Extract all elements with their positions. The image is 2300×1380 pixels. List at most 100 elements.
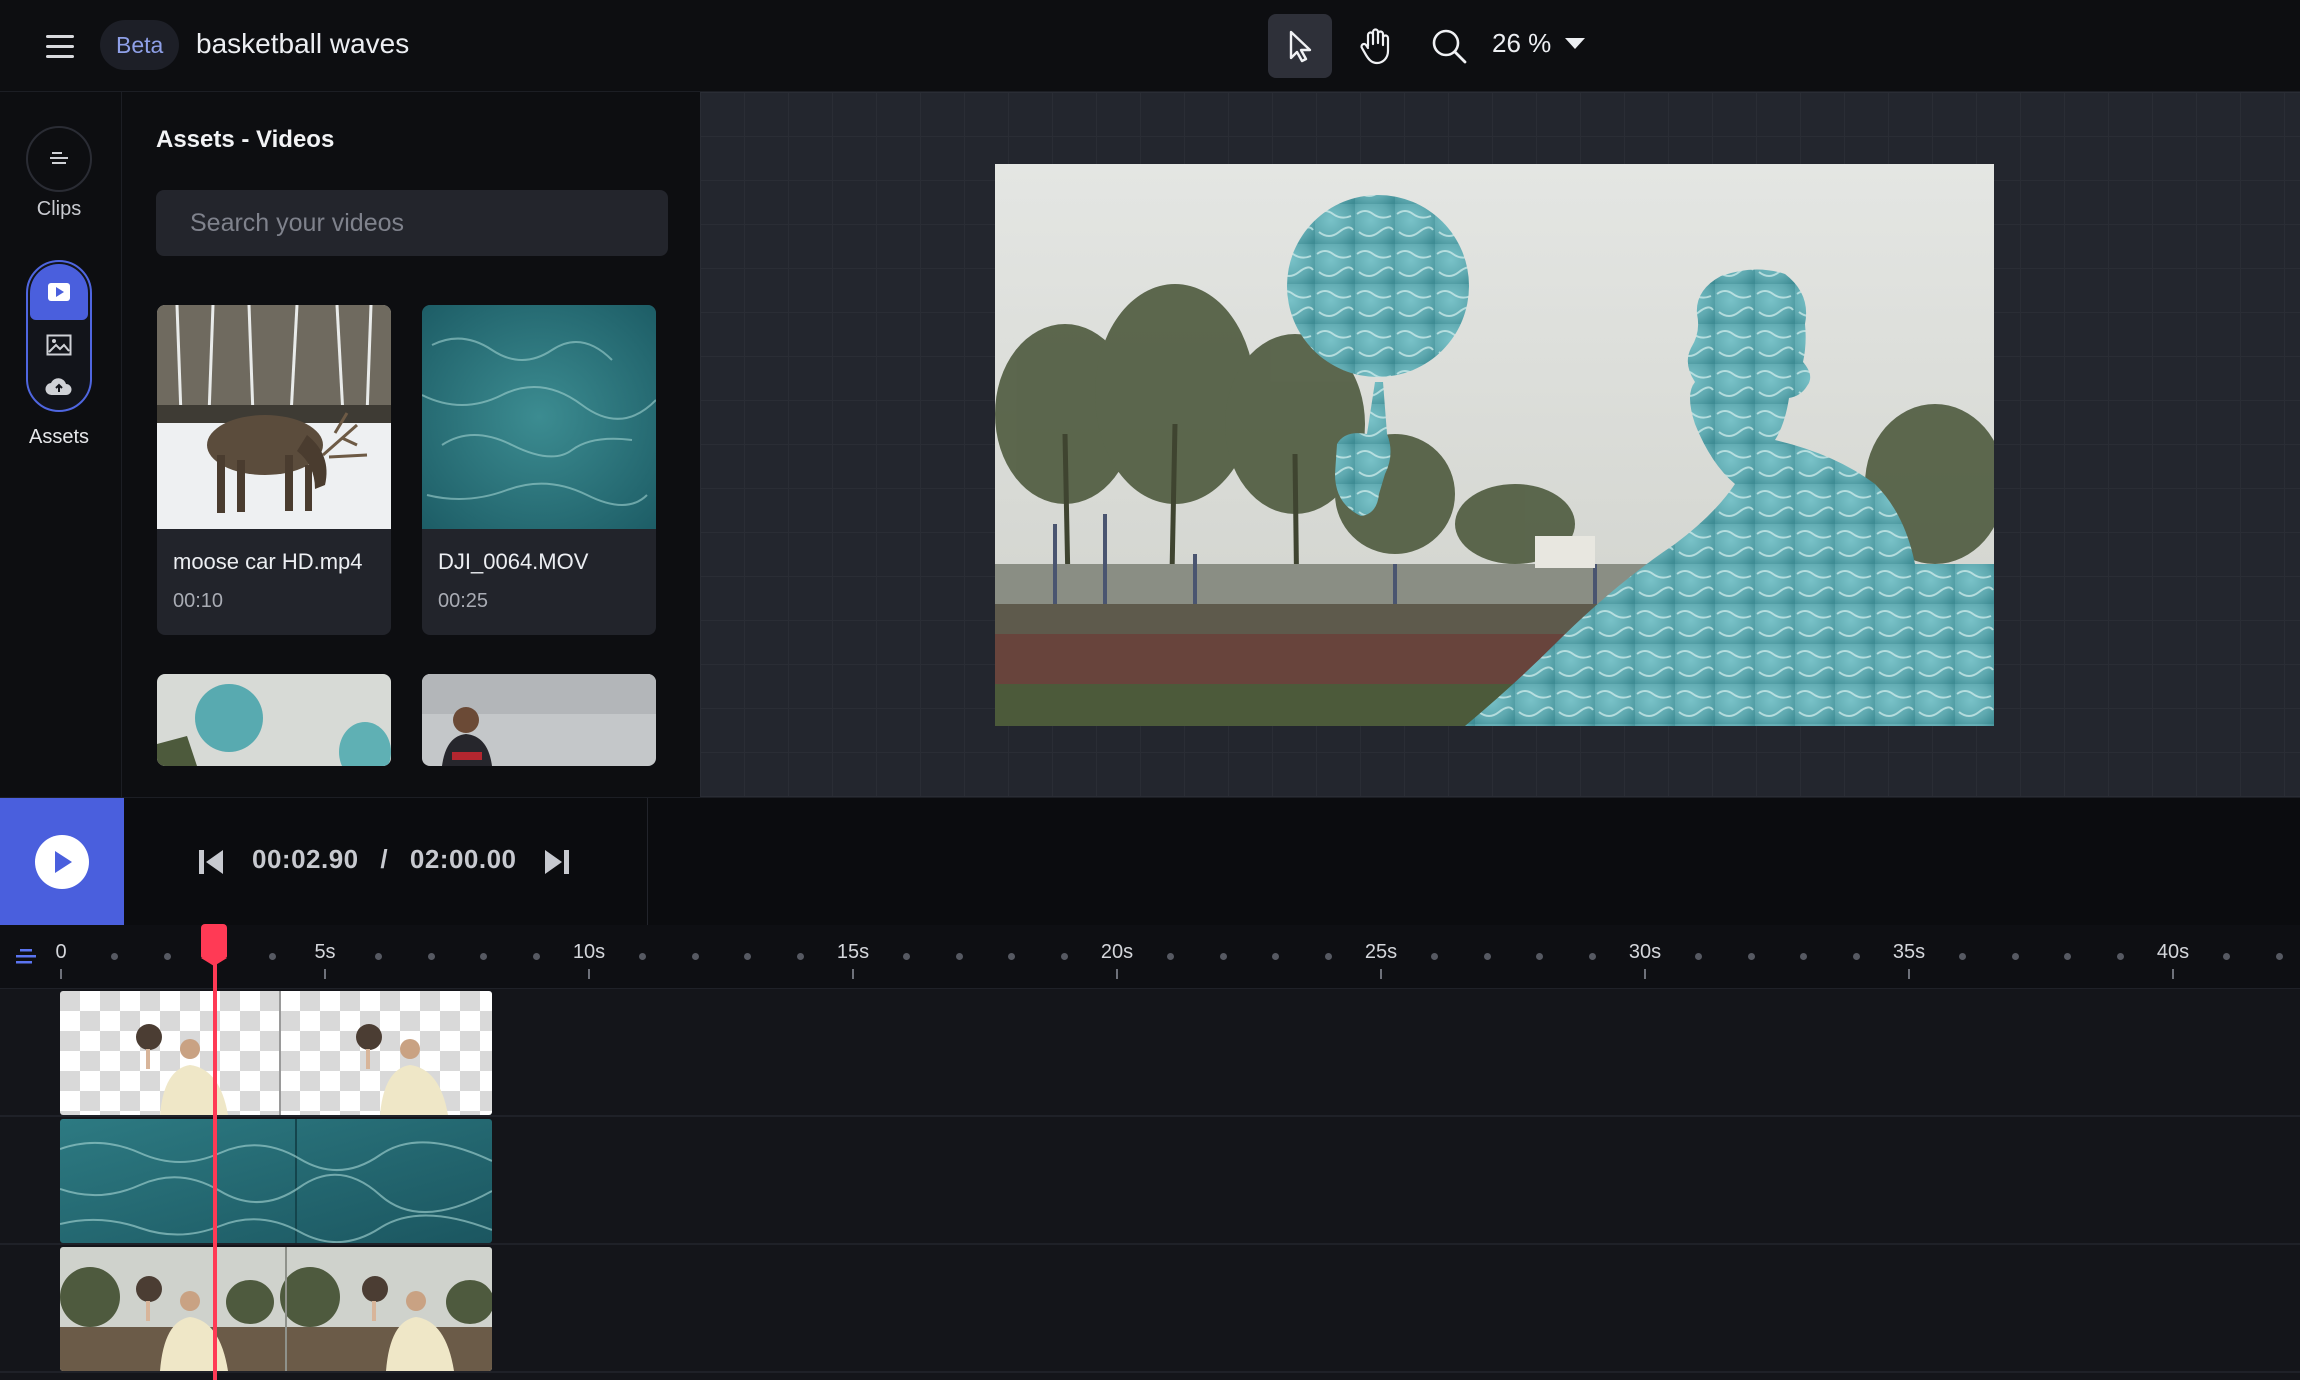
- ruler-minor-tick: [1536, 953, 1544, 960]
- current-time: 00:02.90: [252, 844, 359, 874]
- asset-name: DJI_0064.MOV: [438, 549, 589, 574]
- asset-duration: 00:10: [173, 590, 224, 612]
- ruler-major-tick: [60, 969, 62, 979]
- cloud-upload-icon: [45, 378, 72, 396]
- asset-name: moose car HD.mp4: [173, 549, 363, 574]
- ruler-minor-tick: [638, 953, 646, 960]
- ruler-minor-tick: [1958, 953, 1966, 960]
- video-play-icon: [48, 283, 70, 301]
- clip-ocean-waves[interactable]: [60, 1119, 492, 1243]
- ruler-minor-tick: [2064, 953, 2072, 960]
- ruler-minor-tick: [955, 953, 963, 960]
- clip-cutout-person[interactable]: [60, 991, 492, 1115]
- skip-to-end-icon[interactable]: [542, 847, 572, 877]
- ruler-major-tick: [2172, 969, 2174, 979]
- ruler-minor-tick: [1483, 953, 1491, 960]
- playhead-line[interactable]: [213, 924, 217, 1380]
- image-icon: [46, 334, 72, 356]
- timeline-tracks: [0, 989, 2300, 1380]
- asset-thumbnail: [422, 674, 656, 766]
- skip-to-start-icon[interactable]: [196, 847, 226, 877]
- ruler-minor-tick: [1219, 953, 1227, 960]
- ruler-minor-tick: [1800, 953, 1808, 960]
- total-time: 02:00.00: [409, 844, 517, 874]
- ruler-minor-tick: [2117, 953, 2125, 960]
- tracks-menu-icon[interactable]: [14, 945, 38, 969]
- track-3[interactable]: [0, 1245, 2300, 1373]
- ruler-label: 5s: [314, 941, 336, 963]
- pointer-select-icon: [1289, 30, 1312, 63]
- ruler-minor-tick: [269, 953, 277, 960]
- ruler-label: 30s: [1628, 941, 1662, 963]
- clips-lines-icon: [50, 152, 68, 164]
- ruler-major-tick: [852, 969, 854, 979]
- pointer-select-tool[interactable]: [1268, 14, 1332, 78]
- clips-button[interactable]: [26, 126, 92, 192]
- zoom-level-value: 26 %: [1492, 28, 1552, 58]
- video-canvas[interactable]: [995, 164, 1994, 726]
- ruler-minor-tick: [1008, 953, 1016, 960]
- play-icon: [35, 835, 89, 889]
- asset-card-partial-person[interactable]: [422, 674, 656, 766]
- top-bar: Beta basketball waves 26 %: [0, 0, 2300, 92]
- ruler-minor-tick: [1061, 953, 1069, 960]
- clips-label: Clips: [36, 198, 82, 220]
- ruler-minor-tick: [902, 953, 910, 960]
- hand-pan-tool[interactable]: [1352, 20, 1402, 72]
- play-button[interactable]: [0, 798, 124, 926]
- hamburger-menu-icon[interactable]: [40, 28, 80, 64]
- asset-duration: 00:25: [438, 590, 489, 612]
- ruler-minor-tick: [1694, 953, 1702, 960]
- zoom-tool[interactable]: [1423, 20, 1475, 72]
- assets-panel: Assets - Videos moose car HD.mp4 00:10: [122, 92, 700, 797]
- preview-frame-image: [995, 164, 1994, 726]
- search-videos-input[interactable]: [156, 190, 668, 256]
- track-2[interactable]: [0, 1117, 2300, 1245]
- asset-card-moose[interactable]: moose car HD.mp4 00:10: [157, 305, 391, 635]
- ruler-label: 20s: [1100, 941, 1134, 963]
- ruler-minor-tick: [427, 953, 435, 960]
- asset-card-partial-basketball[interactable]: [157, 674, 391, 766]
- assets-images-button[interactable]: [42, 330, 76, 360]
- preview-stage[interactable]: [700, 92, 2300, 797]
- transport-bar: 00:02.90 / 02:00.00: [0, 797, 2300, 926]
- time-separator: /: [380, 844, 389, 874]
- track-1[interactable]: [0, 989, 2300, 1117]
- hand-pan-icon: [1360, 28, 1390, 65]
- assets-label: Assets: [28, 426, 90, 448]
- ruler-minor-tick: [480, 953, 488, 960]
- ruler-major-tick: [588, 969, 590, 979]
- transport-divider: [647, 798, 648, 926]
- ruler-minor-tick: [691, 953, 699, 960]
- project-title[interactable]: basketball waves: [196, 28, 409, 60]
- ruler-major-tick: [1380, 969, 1382, 979]
- asset-thumbnail: [157, 305, 391, 529]
- ruler-minor-tick: [2222, 953, 2230, 960]
- asset-card-dji[interactable]: DJI_0064.MOV 00:25: [422, 305, 656, 635]
- assets-group: [26, 260, 92, 412]
- magnifier-zoom-icon: [1432, 29, 1467, 64]
- ruler-major-tick: [1116, 969, 1118, 979]
- assets-videos-button[interactable]: [30, 264, 88, 320]
- ruler-major-tick: [1908, 969, 1910, 979]
- ruler-minor-tick: [533, 953, 541, 960]
- ruler-minor-tick: [1166, 953, 1174, 960]
- ruler-minor-tick: [1325, 953, 1333, 960]
- ruler-minor-tick: [110, 953, 118, 960]
- playhead-handle[interactable]: [201, 924, 227, 966]
- asset-thumbnail: [422, 305, 656, 529]
- ruler-label: 25s: [1364, 941, 1398, 963]
- assets-upload-button[interactable]: [42, 372, 76, 402]
- ruler-label: 35s: [1892, 941, 1926, 963]
- ruler-minor-tick: [1430, 953, 1438, 960]
- ruler-label: 15s: [836, 941, 870, 963]
- ruler-minor-tick: [1272, 953, 1280, 960]
- timeline-ruler[interactable]: 0 5s 10s 15s 20s 25s 30s 35s 40s: [0, 925, 2300, 989]
- zoom-level-dropdown[interactable]: 26 %: [1492, 28, 1586, 59]
- beta-badge: Beta: [100, 20, 180, 70]
- ruler-label: 40s: [2156, 941, 2190, 963]
- ruler-minor-tick: [797, 953, 805, 960]
- ruler-minor-tick: [2011, 953, 2019, 960]
- ruler-label: 10s: [572, 941, 606, 963]
- clip-basketball-original[interactable]: [60, 1247, 492, 1371]
